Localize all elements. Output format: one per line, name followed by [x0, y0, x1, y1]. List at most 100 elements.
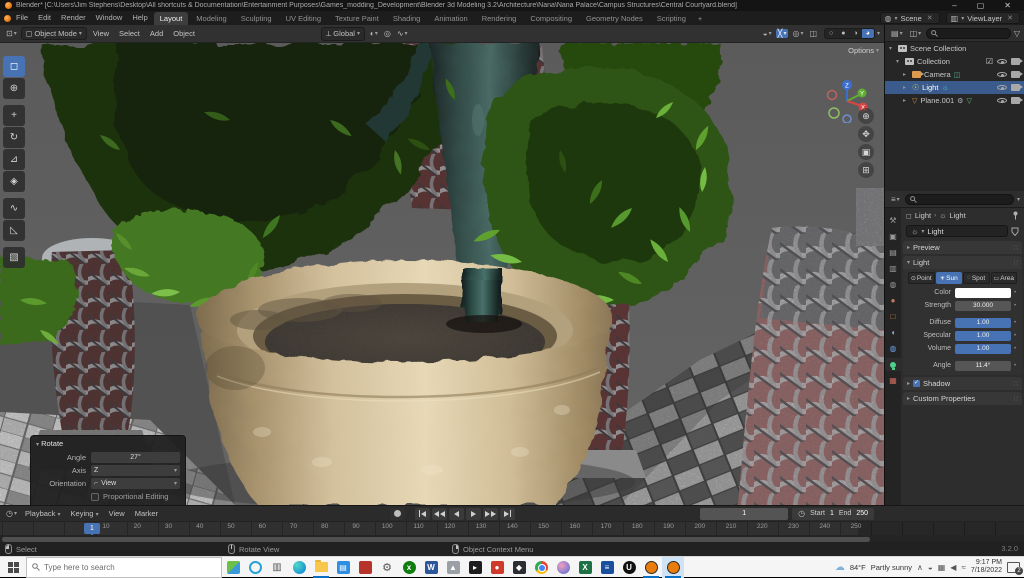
transform-orientation-selector[interactable]: ⟂ Global ▾ [321, 27, 365, 41]
tool-rotate[interactable]: ↻ [3, 127, 25, 148]
volume-slider[interactable]: 1.00 [955, 344, 1011, 354]
properties-editor-type-button[interactable]: ≡▾ [889, 195, 902, 204]
menu-file[interactable]: File [11, 11, 33, 25]
animate-dot[interactable]: • [1011, 303, 1019, 309]
outliner-editor-type-button[interactable]: ▤▾ [889, 29, 905, 38]
scene-collection-label[interactable]: Scene Collection [910, 44, 966, 53]
tool-move[interactable]: + [3, 105, 25, 126]
angle-field[interactable]: 11.4° [955, 361, 1011, 371]
red-app-icon[interactable] [354, 557, 376, 578]
outliner-search-input[interactable] [926, 28, 1011, 39]
expand-icon[interactable]: ▸ [903, 84, 909, 91]
tab-texture[interactable]: ▦ [885, 374, 901, 387]
tab-tool[interactable]: ⚒ [885, 214, 901, 227]
fake-user-shield-icon[interactable] [1011, 227, 1019, 236]
tool-select-box[interactable]: ◻ [3, 56, 25, 77]
3d-viewport[interactable]: ⊡▾ ◻ Object Mode ▾ View Select Add Objec… [0, 25, 884, 505]
blender-active-taskbar-icon[interactable] [662, 557, 684, 578]
shading-wireframe-button[interactable]: ○ [825, 29, 837, 38]
word-icon[interactable]: W [420, 557, 442, 578]
unreal-engine-icon[interactable]: U [618, 557, 640, 578]
outliner-row-scene-collection[interactable]: ▾ Scene Collection [885, 42, 1024, 55]
filter-icon[interactable]: ▽ [1014, 29, 1020, 38]
viewport-menu-add[interactable]: Add [146, 29, 167, 38]
timeline-menu-keying[interactable]: Keying ▾ [67, 509, 103, 518]
start-button[interactable] [0, 557, 26, 578]
timeline-editor-type-button[interactable]: ◷▾ [4, 509, 19, 518]
operator-panel-rotate[interactable]: ▾ Rotate Angle 27° Axis Z▾ Orientation ⌐… [30, 435, 186, 505]
panel-grip-icon[interactable]: ∷ [1014, 380, 1018, 388]
panel-preview[interactable]: ▸ Preview ∷ [903, 241, 1022, 254]
camera-label[interactable]: Camera [924, 70, 951, 79]
next-keyframe-button[interactable] [483, 508, 498, 520]
weather-temp[interactable]: 84°F [850, 563, 866, 572]
edge-icon[interactable] [288, 557, 310, 578]
workspace-tab-uv-editing[interactable]: UV Editing [280, 12, 327, 25]
strength-field[interactable]: 30.000 [955, 301, 1011, 311]
tab-constraints[interactable]: ◖ [885, 326, 901, 339]
gizmo-y-neg[interactable] [829, 108, 839, 118]
collection-checkbox[interactable]: ☑ [986, 57, 993, 66]
auto-keying-button[interactable] [390, 508, 405, 520]
animate-dot[interactable]: • [1011, 363, 1019, 369]
timeline-ruler[interactable]: 10 20 30 40 50 60 70 80 90 100 110 120 1… [0, 521, 1024, 535]
panel-custom-properties[interactable]: ▸ Custom Properties ∷ [903, 392, 1022, 405]
animate-dot[interactable]: • [1011, 333, 1019, 339]
red-app2-icon[interactable]: ● [486, 557, 508, 578]
animate-dot[interactable]: • [1011, 320, 1019, 326]
gizmo-x-neg[interactable] [828, 91, 837, 100]
blender-taskbar-icon[interactable] [640, 557, 662, 578]
excel-icon[interactable]: X [574, 557, 596, 578]
panel-grip-icon[interactable]: ∷ [1014, 395, 1018, 403]
swirl-app-icon[interactable] [552, 557, 574, 578]
menu-render[interactable]: Render [56, 11, 91, 25]
play-button[interactable] [466, 508, 481, 520]
viewport-menu-select[interactable]: Select [115, 29, 144, 38]
outliner-row-plane[interactable]: ▸ ▽ Plane.001 ⚙ ▽ [885, 94, 1024, 107]
blender-menu-icon[interactable] [4, 15, 11, 22]
hide-in-viewport-icon[interactable] [997, 83, 1007, 92]
add-workspace-button[interactable]: + [693, 14, 707, 23]
xbox-icon[interactable]: x [398, 557, 420, 578]
properties-options-icon[interactable]: ▾ [1017, 196, 1020, 203]
shadow-checkbox[interactable]: ✓ [913, 380, 920, 387]
news-interests-icon[interactable] [222, 557, 244, 578]
file-explorer-icon[interactable] [310, 557, 332, 578]
proportional-editing-checkbox[interactable] [91, 493, 99, 501]
disable-in-renders-icon[interactable] [1011, 84, 1020, 91]
menu-window[interactable]: Window [91, 11, 128, 25]
jump-to-start-button[interactable] [415, 508, 430, 520]
notification-center-icon[interactable] [1007, 562, 1020, 573]
mode-selector[interactable]: ◻ Object Mode ▾ [21, 27, 87, 40]
remove-view-layer-icon[interactable]: ✕ [1005, 14, 1015, 22]
tab-view-layer[interactable]: ▥ [885, 262, 901, 275]
show-overlays-toggle[interactable]: ◎▾ [790, 29, 805, 38]
expand-icon[interactable]: ▾ [896, 58, 902, 65]
taskbar-clock[interactable]: 9:17 PM 7/18/2022 [971, 559, 1002, 575]
object-type-visibility-dropdown[interactable]: ◒▾ [761, 29, 774, 38]
snap-toggle[interactable]: ◖▾ [367, 29, 380, 38]
viewport-menu-object[interactable]: Object [169, 29, 199, 38]
tray-expand-icon[interactable]: ∧ [917, 563, 923, 572]
viewport-options-button[interactable]: Options ▾ [848, 46, 879, 55]
light-datablock-selector[interactable]: ☼ ▾ Light [906, 225, 1008, 237]
disable-in-renders-icon[interactable] [1011, 71, 1020, 78]
tab-scene[interactable]: ◍ [885, 278, 901, 291]
xray-toggle[interactable]: ◫ [807, 29, 819, 38]
panel-light[interactable]: ▾ Light ∷ [903, 256, 1022, 269]
unlink-scene-icon[interactable]: ✕ [925, 14, 935, 22]
expand-icon[interactable]: ▸ [903, 71, 909, 78]
photos-icon[interactable]: ▲ [442, 557, 464, 578]
outliner-row-camera[interactable]: ▸ Camera ◫ [885, 68, 1024, 81]
hide-in-viewport-icon[interactable] [997, 70, 1007, 79]
light-type-spot[interactable]: ◌Spot [963, 272, 990, 284]
proportional-falloff-dropdown[interactable]: ∿▾ [395, 29, 410, 38]
scene-selector[interactable]: ◍▾ Scene ✕ [880, 12, 940, 24]
workspace-tab-geometry-nodes[interactable]: Geometry Nodes [580, 12, 649, 25]
blue-app-icon[interactable]: ≡ [596, 557, 618, 578]
minimize-button[interactable]: – [944, 0, 964, 11]
end-frame-field[interactable]: 250 [856, 510, 868, 517]
timeline-scrollbar[interactable] [2, 537, 870, 542]
panel-grip-icon[interactable]: ∷ [1014, 244, 1018, 252]
tool-scale[interactable]: ⊿ [3, 149, 25, 170]
